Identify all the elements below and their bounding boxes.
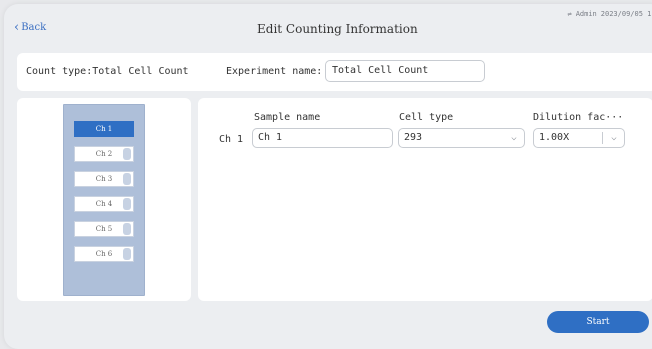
slide-tray: Ch 1 Ch 2 Ch 3 Ch 4 Ch 5 Ch 6 [63, 104, 145, 296]
start-button[interactable]: Start [547, 311, 649, 333]
channel-label: Ch 6 [95, 250, 113, 258]
channel-panel: Ch 1 Ch 2 Ch 3 Ch 4 Ch 5 Ch 6 [17, 98, 191, 301]
column-header-cell-type: Cell type [399, 112, 454, 123]
chevron-left-icon: ‹ [14, 19, 20, 35]
channel-indicator [123, 248, 131, 260]
chevron-down-icon: ⌵ [611, 133, 617, 143]
dilution-value: 1.00X [539, 132, 570, 143]
experiment-name-input[interactable]: Total Cell Count [325, 60, 485, 82]
channel-button-1[interactable]: Ch 1 [74, 121, 134, 137]
experiment-info-panel: Count type:Total Cell Count Experiment n… [17, 53, 652, 91]
count-type-text: Count type:Total Cell Count [26, 66, 189, 77]
sample-name-input[interactable]: Ch 1 [252, 128, 393, 148]
channel-button-2[interactable]: Ch 2 [74, 146, 134, 162]
page-title: Edit Counting Information [257, 22, 418, 36]
channel-indicator [123, 148, 131, 160]
cell-type-value: 293 [404, 132, 423, 143]
status-user: Admin [575, 10, 597, 18]
chevron-down-icon: ⌵ [511, 133, 517, 143]
channel-indicator [123, 173, 131, 185]
status-datetime: 2023/09/05 11:1 [600, 10, 652, 18]
dropdown-divider [602, 132, 603, 144]
cell-type-select[interactable]: 293 ⌵ [398, 128, 525, 148]
usb-icon: ⇌ [567, 10, 572, 18]
channel-button-4[interactable]: Ch 4 [74, 196, 134, 212]
channel-button-3[interactable]: Ch 3 [74, 171, 134, 187]
channel-label: Ch 5 [95, 225, 113, 233]
channel-label: Ch 3 [95, 175, 113, 183]
column-header-dilution: Dilution fac··· [533, 112, 624, 123]
channel-label: Ch 4 [95, 200, 113, 208]
experiment-name-label: Experiment name: [226, 66, 323, 77]
channel-button-5[interactable]: Ch 5 [74, 221, 134, 237]
row-label: Ch 1 [219, 134, 244, 145]
back-label: Back [21, 22, 47, 33]
channel-label: Ch 1 [95, 125, 113, 133]
channel-indicator [123, 223, 131, 235]
channel-button-6[interactable]: Ch 6 [74, 246, 134, 262]
status-bar: ⇌ Admin 2023/09/05 11:1 [567, 10, 652, 18]
dilution-select[interactable]: 1.00X ⌵ [533, 128, 625, 148]
back-button[interactable]: ‹ Back [14, 19, 47, 35]
sample-table-panel: Sample name Cell type Dilution fac··· Ch… [198, 98, 652, 301]
column-header-sample-name: Sample name [254, 112, 321, 123]
channel-indicator [123, 198, 131, 210]
channel-label: Ch 2 [95, 150, 113, 158]
